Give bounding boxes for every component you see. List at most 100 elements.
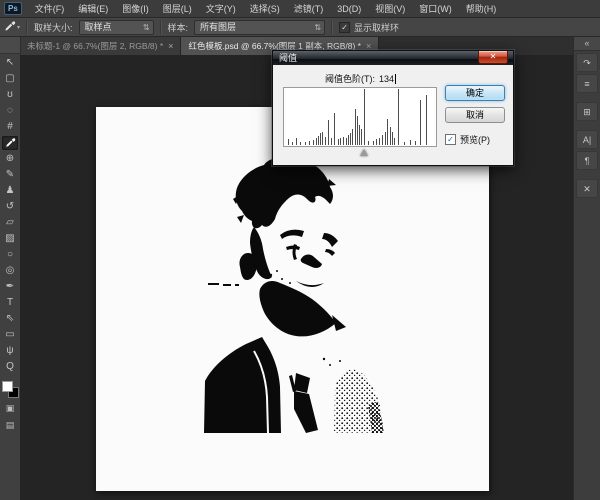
threshold-field-row: 阈值色阶(T): 134 <box>325 72 396 85</box>
tool-move[interactable]: ↖ <box>2 56 18 70</box>
histogram-bar <box>348 135 349 145</box>
histogram-bar <box>343 137 344 145</box>
panel-icon-history[interactable]: ↷ <box>576 53 598 72</box>
panel-icon-paragraph[interactable]: ¶ <box>576 151 598 170</box>
histogram-bar <box>387 119 388 145</box>
histogram-bar <box>373 141 374 145</box>
threshold-level-input[interactable]: 134 <box>379 74 394 84</box>
menu-file[interactable]: 文件(F) <box>28 0 72 17</box>
tool-path-select[interactable]: ⇖ <box>2 312 18 326</box>
preview-checkbox[interactable]: ✓ 预览(P) <box>445 133 490 146</box>
tool-healing-brush[interactable]: ⊕ <box>2 152 18 166</box>
cancel-button[interactable]: 取消 <box>445 107 505 123</box>
panel-icon-adjustments[interactable]: ≡ <box>576 74 598 93</box>
tool-type[interactable]: T <box>2 296 18 310</box>
histogram-bar <box>320 133 321 145</box>
histogram-bar <box>398 89 399 145</box>
tool-dock: ↖ ▢ ʊ ◌ # ⊕ ✎ ♟ ↺ ▱ ▨ ○ ◎ ✒ T ⇖ ▭ ψQ ▣ ▤ <box>0 37 21 500</box>
tool-column: ↖ ▢ ʊ ◌ # ⊕ ✎ ♟ ↺ ▱ ▨ ○ ◎ ✒ T ⇖ ▭ ψQ <box>2 54 18 374</box>
tab-title: 未标题-1 @ 66.7%(图层 2, RGB/8) * <box>27 40 163 52</box>
histogram-bar <box>382 135 383 145</box>
sample-dropdown[interactable]: 所有图层 ⇅ <box>194 20 325 35</box>
menu-window[interactable]: 窗口(W) <box>412 0 459 17</box>
histogram-bar <box>385 132 386 145</box>
divider <box>331 21 333 34</box>
menu-type[interactable]: 文字(Y) <box>199 0 243 17</box>
tab-untitled-1[interactable]: 未标题-1 @ 66.7%(图层 2, RGB/8) * × <box>20 37 181 55</box>
histogram-bar <box>316 138 317 145</box>
histogram-bar <box>420 100 421 145</box>
tool-pen[interactable]: ✒ <box>2 280 18 294</box>
ps-logo: Ps <box>4 2 22 15</box>
quick-mask-button[interactable]: ▣ <box>2 402 18 415</box>
histogram-bar <box>318 136 319 145</box>
sample-size-value: 取样点 <box>85 22 112 32</box>
eyedropper-icon <box>4 20 16 34</box>
sample-value: 所有图层 <box>200 22 236 32</box>
options-bar: ▾ 取样大小: 取样点 ⇅ 样本: 所有图层 ⇅ ✓ 显示取样环 <box>0 18 600 37</box>
tool-quick-select[interactable]: ◌ <box>2 104 18 118</box>
foreground-color-swatch[interactable] <box>2 381 13 392</box>
histogram-bar <box>410 140 411 145</box>
histogram-bar <box>355 109 356 145</box>
tool-crop[interactable]: # <box>2 120 18 134</box>
tool-shape[interactable]: ▭ <box>2 328 18 342</box>
text-caret <box>395 74 396 84</box>
histogram-bar <box>338 139 339 145</box>
panel-icon-character[interactable]: A| <box>576 130 598 149</box>
histogram-bar <box>426 95 427 145</box>
histogram-bar <box>322 132 323 145</box>
chevron-down-icon: ▾ <box>17 24 20 31</box>
histogram-bar <box>328 120 329 145</box>
color-swatches[interactable] <box>2 381 19 398</box>
threshold-slider-handle[interactable] <box>360 149 368 156</box>
menu-filter[interactable]: 滤镜(T) <box>287 0 331 17</box>
panel-icon-tool-presets[interactable]: ✕ <box>576 179 598 198</box>
tool-eyedropper[interactable] <box>2 136 18 150</box>
dialog-title: 阈值 <box>279 53 297 63</box>
ok-button[interactable]: 确定 <box>445 85 505 101</box>
show-sampling-ring-checkbox[interactable]: ✓ 显示取样环 <box>339 21 399 34</box>
menu-image[interactable]: 图像(I) <box>115 0 156 17</box>
tool-hand[interactable]: ψ <box>2 344 18 358</box>
menu-help[interactable]: 帮助(H) <box>459 0 504 17</box>
histogram-bar <box>359 125 360 145</box>
histogram-bar <box>394 138 395 145</box>
tool-brush[interactable]: ✎ <box>2 168 18 182</box>
dialog-body: 阈值色阶(T): 134 确定 取消 ✓ 预览(P) <box>273 65 513 165</box>
panel-dock: « ↷ ≡ ⊞ A| ¶ ✕ <box>573 37 600 500</box>
checkbox-box: ✓ <box>445 134 456 145</box>
tool-zoom[interactable]: Q <box>2 360 18 374</box>
tool-gradient[interactable]: ▨ <box>2 232 18 246</box>
preview-label: 预览(P) <box>460 133 490 146</box>
divider <box>160 21 162 34</box>
tool-dock-header[interactable] <box>0 37 20 54</box>
sample-size-dropdown[interactable]: 取样点 ⇅ <box>79 20 154 35</box>
histogram-bar <box>352 129 353 145</box>
menu-layer[interactable]: 图层(L) <box>156 0 199 17</box>
sample-label: 样本: <box>168 21 189 34</box>
histogram-bar <box>300 142 301 145</box>
histogram-bar <box>346 138 347 145</box>
updown-arrows-icon: ⇅ <box>143 21 150 34</box>
tool-marquee[interactable]: ▢ <box>2 72 18 86</box>
menu-edit[interactable]: 编辑(E) <box>71 0 115 17</box>
menu-3d[interactable]: 3D(D) <box>330 0 368 17</box>
expand-panels-icon[interactable]: « <box>574 37 600 51</box>
panel-icon-layer-comps[interactable]: ⊞ <box>576 102 598 121</box>
close-icon[interactable]: × <box>168 41 173 51</box>
menu-select[interactable]: 选择(S) <box>243 0 287 17</box>
tool-blur[interactable]: ○ <box>2 248 18 262</box>
tool-eraser[interactable]: ▱ <box>2 216 18 230</box>
tool-lasso[interactable]: ʊ <box>2 88 18 102</box>
tool-history-brush[interactable]: ↺ <box>2 200 18 214</box>
tool-clone-stamp[interactable]: ♟ <box>2 184 18 198</box>
dialog-title-bar[interactable]: 阈值 ✕ <box>273 51 513 65</box>
histogram-bar <box>415 141 416 145</box>
tool-dodge[interactable]: ◎ <box>2 264 18 278</box>
screen-mode-button[interactable]: ▤ <box>2 419 18 432</box>
show-sampling-ring-label: 显示取样环 <box>354 21 399 34</box>
eyedropper-tool-preset[interactable]: ▾ <box>4 20 20 34</box>
menu-view[interactable]: 视图(V) <box>368 0 412 17</box>
close-button[interactable]: ✕ <box>478 51 508 64</box>
